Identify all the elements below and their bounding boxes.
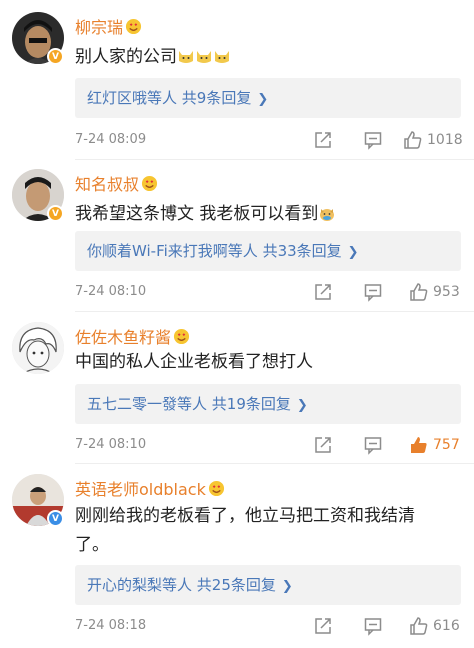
avatar[interactable] [12, 322, 64, 374]
username[interactable]: 佐佐木鱼籽酱 [75, 328, 171, 347]
comment-icon[interactable] [363, 280, 383, 304]
comment-meta: 7-24 08:10 953 [75, 280, 465, 304]
comment-text: 中国的私人企业老板看了想打人 [75, 349, 445, 376]
heart-eyes-emoji-icon [208, 480, 224, 497]
username-row[interactable]: 佐佐木鱼籽酱 [75, 324, 190, 348]
reply-preview-button[interactable]: 你顺着Wi-Fi来打我啊等人 共33条回复 ❯ [75, 231, 461, 271]
like-button[interactable]: 953 [409, 280, 460, 304]
comment-meta: 7-24 08:09 1018 [75, 128, 465, 152]
heart-eyes-emoji-icon [141, 175, 158, 192]
comment-text: 别人家的公司 [75, 44, 445, 74]
like-count: 616 [433, 618, 460, 634]
timestamp: 7-24 08:09 [75, 132, 147, 147]
comment-meta: 7-24 08:18 616 [75, 614, 465, 638]
divider [75, 159, 474, 160]
reply-count: 共25条回复 [196, 576, 276, 594]
chevron-right-icon: ❯ [347, 245, 359, 260]
reply-preview-text: 五七二零一發等人 [87, 395, 208, 413]
share-icon[interactable] [313, 433, 333, 457]
username-row[interactable]: 英语老师oldblack [75, 476, 225, 500]
cat-face-icon [177, 47, 195, 74]
reply-preview-text: 你顺着Wi-Fi来打我啊等人 [87, 242, 258, 260]
share-icon[interactable] [313, 280, 333, 304]
divider [75, 311, 474, 312]
reply-preview-button[interactable]: 开心的梨梨等人 共25条回复 ❯ [75, 565, 461, 605]
doge-icon [318, 204, 336, 231]
reply-preview-text: 红灯区哦等人 [87, 89, 178, 107]
reply-preview-button[interactable]: 红灯区哦等人 共9条回复 ❯ [75, 78, 461, 118]
comment-text-content: 中国的私人企业老板看了想打人 [75, 352, 313, 372]
chevron-right-icon: ❯ [296, 398, 308, 413]
username[interactable]: 英语老师oldblack [75, 480, 206, 499]
thumbs-up-icon [410, 617, 428, 635]
reply-count: 共33条回复 [262, 242, 342, 260]
reply-count: 共9条回复 [181, 89, 252, 107]
like-button[interactable]: 616 [409, 614, 460, 638]
verified-badge-icon: V [47, 205, 64, 222]
comment-icon[interactable] [363, 614, 383, 638]
username[interactable]: 柳宗瑞 [75, 18, 123, 37]
verified-badge-icon: V [47, 48, 64, 65]
chevron-right-icon: ❯ [257, 92, 269, 107]
reply-count: 共19条回复 [211, 395, 291, 413]
timestamp: 7-24 08:10 [75, 284, 147, 299]
username-row[interactable]: 柳宗瑞 [75, 14, 142, 38]
like-button[interactable]: 1018 [403, 128, 463, 152]
like-count: 953 [433, 284, 460, 300]
reply-preview-text: 开心的梨梨等人 [87, 576, 193, 594]
timestamp: 7-24 08:18 [75, 618, 147, 633]
like-count: 1018 [427, 132, 463, 148]
like-button[interactable]: 757 [409, 433, 460, 457]
thumbs-up-filled-icon [411, 437, 427, 453]
share-icon[interactable] [313, 614, 333, 638]
divider [75, 463, 474, 464]
comment-text-content: 刚刚给我的老板看了，他立马把工资和我结清了。 [75, 506, 415, 555]
comment-text: 我希望这条博文 我老板可以看到 [75, 201, 445, 231]
share-icon[interactable] [313, 128, 333, 152]
chevron-right-icon: ❯ [281, 579, 293, 594]
like-count: 757 [433, 437, 460, 453]
heart-eyes-emoji-icon [125, 18, 142, 35]
cat-face-icon [213, 47, 231, 74]
timestamp: 7-24 08:10 [75, 437, 147, 452]
comment-text-content: 别人家的公司 [75, 47, 177, 67]
reply-preview-button[interactable]: 五七二零一發等人 共19条回复 ❯ [75, 384, 461, 424]
thumbs-up-icon [410, 283, 428, 301]
username-row[interactable]: 知名叔叔 [75, 171, 158, 195]
comment-text: 刚刚给我的老板看了，他立马把工资和我结清了。 [75, 502, 445, 560]
heart-eyes-emoji-icon [173, 328, 190, 345]
thumbs-up-icon [404, 131, 422, 149]
comment-meta: 7-24 08:10 757 [75, 433, 465, 457]
comment-text-content: 我希望这条博文 我老板可以看到 [75, 204, 319, 224]
comment-icon[interactable] [363, 433, 383, 457]
username[interactable]: 知名叔叔 [75, 175, 139, 194]
verified-badge-icon: V [47, 510, 64, 527]
cat-face-icon [195, 47, 213, 74]
comment-icon[interactable] [363, 128, 383, 152]
